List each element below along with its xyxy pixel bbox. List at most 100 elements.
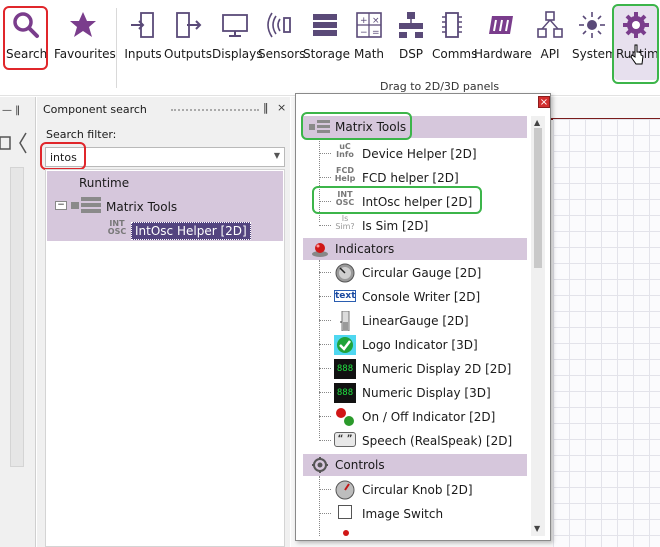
bracket-icon (0, 132, 27, 154)
chevron-down-icon[interactable]: ▼ (274, 151, 280, 160)
toolbar-separator (116, 8, 117, 88)
monitor-icon (222, 14, 248, 37)
checkmark-icon (334, 335, 356, 355)
api-icon (537, 11, 563, 38)
tree-guide-tick (319, 272, 331, 273)
left-dock-strip: — ‖ (0, 97, 36, 547)
switch-icon (338, 505, 352, 519)
list-item-speech[interactable]: “ ” Speech (RealSpeak) [2D] (303, 429, 527, 453)
tree-node-intosc-helper[interactable]: IntOsc Helper [2D] (131, 222, 251, 240)
controls-gear-icon (312, 457, 328, 473)
intosc-helper-highlight (312, 186, 482, 214)
category-label: Indicators (335, 242, 395, 256)
scroll-up-icon[interactable]: ▲ (534, 118, 540, 127)
linear-gauge-icon (340, 311, 350, 331)
inputs-button[interactable]: Inputs (124, 6, 162, 68)
displays-button-label: Displays (212, 47, 263, 61)
hardware-icon (489, 16, 513, 34)
storage-icon (313, 14, 337, 36)
tree-node-runtime[interactable]: Runtime (79, 176, 129, 190)
list-item-is-sim[interactable]: Is Sim? Is Sim [2D] (303, 214, 527, 238)
list-item-label: FCD helper [2D] (362, 171, 459, 185)
hardware-button-label: Hardware (474, 47, 532, 61)
search-filter-highlight (40, 142, 86, 170)
list-item-numeric-display-3d[interactable]: 888 Numeric Display [3D] (303, 381, 527, 405)
category-controls[interactable]: Controls (303, 454, 527, 476)
api-button-label: API (540, 47, 560, 61)
component-toolbar: Search Favourites Inputs Outputs Display… (0, 0, 660, 96)
input-icon (131, 12, 154, 38)
runtime-highlight (612, 4, 659, 84)
sensors-button-label: Sensors (258, 47, 306, 61)
panel-grip[interactable] (171, 109, 259, 113)
list-item-label: On / Off Indicator [2D] (362, 410, 496, 424)
left-strip-scrollbar[interactable] (10, 167, 24, 467)
system-button-label: System (572, 47, 617, 61)
popup-scrollbar[interactable]: ▲ ▼ (531, 116, 545, 536)
list-item-image-switch[interactable]: Image Switch (303, 502, 527, 526)
list-item-label: Logo Indicator [3D] (362, 338, 478, 352)
svg-text:×: × (372, 16, 380, 26)
speech-icon: “ ” (334, 432, 356, 447)
list-item-circular-gauge[interactable]: Circular Gauge [2D] (303, 261, 527, 285)
tree-guide-tick (319, 320, 331, 321)
sensor-icon (267, 12, 291, 38)
component-search-panel: Component search ‖ × Search filter: into… (37, 97, 290, 547)
dsp-button[interactable]: DSP (392, 6, 430, 68)
favourites-button[interactable]: Favourites (54, 6, 116, 68)
close-icon[interactable]: × (277, 101, 286, 114)
tree-guide-tick (319, 153, 331, 154)
favourites-button-label: Favourites (54, 47, 116, 61)
tree-guide-tick (319, 513, 331, 514)
list-item-label: Numeric Display [3D] (362, 386, 491, 400)
comms-button-label: Comms (432, 47, 478, 61)
scroll-down-icon[interactable]: ▼ (534, 524, 540, 533)
displays-button[interactable]: Displays (212, 6, 263, 68)
category-indicators[interactable]: Indicators (303, 238, 527, 260)
tree-guide-tick (319, 177, 331, 178)
scrollbar-thumb[interactable] (534, 128, 542, 268)
knob-icon (335, 480, 355, 500)
math-button[interactable]: + × − = Math (350, 6, 388, 68)
popup-close-icon[interactable]: × (538, 96, 550, 108)
indicator-led-icon (312, 243, 328, 257)
tree-guide-tick (319, 489, 331, 490)
svg-text:+: + (360, 16, 368, 26)
dsp-icon (399, 12, 423, 38)
tree-guide-tick (319, 368, 331, 369)
tree-collapse-icon[interactable]: − (55, 201, 67, 210)
tree-node-matrix-tools[interactable]: Matrix Tools (106, 200, 177, 214)
pin-icon[interactable]: ‖ (263, 101, 269, 114)
list-item-on-off-indicator[interactable]: On / Off Indicator [2D] (303, 405, 527, 429)
api-button[interactable]: API (532, 6, 568, 68)
hardware-button[interactable]: Hardware (474, 6, 532, 68)
component-list: Matrix Tools uC Info Device Helper [2D] F… (303, 116, 527, 536)
tree-guide-tick (319, 225, 331, 226)
runtime-components-popup: × Matrix Tools uC Info Device Helper [2D]… (295, 93, 551, 541)
tree-guide-tick (319, 392, 331, 393)
list-item-device-helper[interactable]: uC Info Device Helper [2D] (303, 142, 527, 166)
category-label: Controls (335, 458, 385, 472)
list-item-label: Speech (RealSpeak) [2D] (362, 434, 513, 448)
tree-guide-tick (319, 416, 331, 417)
sun-icon (579, 12, 605, 38)
sensors-button[interactable]: Sensors (258, 6, 306, 68)
search-highlight (3, 6, 48, 70)
list-item-linear-gauge[interactable]: LinearGauge [2D] (303, 309, 527, 333)
svg-text:=: = (372, 28, 380, 38)
comms-button[interactable]: Comms (432, 6, 478, 68)
star-icon (70, 12, 96, 37)
next-item-icon (343, 530, 349, 536)
math-button-label: Math (353, 47, 385, 61)
list-item-numeric-display-2d[interactable]: 888 Numeric Display 2D [2D] (303, 357, 527, 381)
list-item-label: Numeric Display 2D [2D] (362, 362, 512, 376)
system-button[interactable]: System (572, 6, 617, 68)
is-sim-icon: Is Sim? (335, 214, 355, 231)
left-strip-pin-icon[interactable]: — ‖ (2, 105, 20, 116)
list-item-console-writer[interactable]: text Console Writer [2D] (303, 285, 527, 309)
list-item-circular-knob[interactable]: Circular Knob [2D] (303, 478, 527, 502)
outputs-button[interactable]: Outputs (164, 6, 212, 68)
storage-button[interactable]: Storage (303, 6, 350, 68)
canvas-grid[interactable] (553, 119, 660, 547)
list-item-logo-indicator[interactable]: Logo Indicator [3D] (303, 333, 527, 357)
